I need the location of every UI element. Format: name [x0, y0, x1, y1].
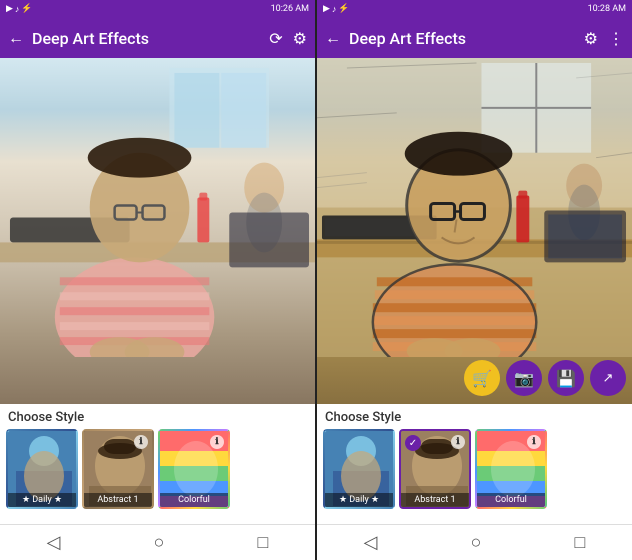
right-photo-area: 🛒 📷 💾 ↗ [317, 58, 632, 404]
bt-icon-right: ⚡ [338, 4, 349, 14]
left-top-bar: ← Deep Art Effects ⟳ ⚙ [0, 18, 315, 58]
right-bottom-nav: ◁ ○ □ [317, 524, 632, 560]
right-status-time: 10:28 AM [588, 4, 626, 14]
nav-recents-left[interactable]: □ [258, 532, 269, 553]
nav-back-left[interactable]: ◁ [47, 532, 61, 553]
right-style-chooser: Choose Style ★ Daily ★ [317, 404, 632, 524]
nav-back-right[interactable]: ◁ [364, 532, 378, 553]
abstract-check-icon: ✓ [405, 435, 421, 451]
person-sketch-left [0, 58, 315, 357]
back-button-right[interactable]: ← [325, 28, 341, 48]
left-status-bar: ▶ ♪ ⚡ 10:26 AM [0, 0, 315, 18]
right-style-title: Choose Style [317, 410, 632, 429]
daily-label-right: ★ Daily ★ [325, 493, 393, 507]
android-icon-right: ▶ [323, 4, 330, 14]
bt-icon: ⚡ [21, 4, 32, 14]
music-icon-right: ♪ [332, 4, 337, 15]
left-style-title: Choose Style [0, 410, 315, 429]
daily-label-left: ★ Daily ★ [8, 493, 76, 507]
left-style-items: ★ Daily ★ ℹ Abstract 1 [0, 429, 315, 509]
music-icon: ♪ [15, 4, 20, 15]
left-bottom-nav: ◁ ○ □ [0, 524, 315, 560]
app-title-left: Deep Art Effects [32, 29, 261, 48]
style-item-abstract-right[interactable]: ℹ ✓ Abstract 1 [399, 429, 471, 509]
style-item-daily-left[interactable]: ★ Daily ★ [6, 429, 78, 509]
colorful-info-icon-left[interactable]: ℹ [210, 435, 224, 449]
colorful-label-left: Colorful [160, 493, 228, 507]
colorful-info-icon-right[interactable]: ℹ [527, 435, 541, 449]
time-right: 10:28 AM [588, 4, 626, 14]
style-item-colorful-left[interactable]: ℹ Colorful [158, 429, 230, 509]
settings-icon-right[interactable]: ⚙ [584, 29, 598, 48]
status-time-left: 10:26 AM [271, 4, 309, 14]
nav-recents-right[interactable]: □ [575, 532, 586, 553]
time-left: 10:26 AM [271, 4, 309, 14]
right-style-items: ★ Daily ★ ℹ ✓ Abstract 1 [317, 429, 632, 509]
cart-button[interactable]: 🛒 [464, 360, 500, 396]
right-status-icons: ▶ ♪ ⚡ [323, 4, 350, 15]
person-sketch-right-filtered [317, 58, 632, 357]
right-status-bar: ▶ ♪ ⚡ 10:28 AM [317, 0, 632, 18]
right-phone-panel: ▶ ♪ ⚡ 10:28 AM ← Deep Art Effects ⚙ ⋮ [317, 0, 632, 560]
share-button[interactable]: ↗ [590, 360, 626, 396]
instagram-button[interactable]: 📷 [506, 360, 542, 396]
status-bar-left-icons: ▶ ♪ ⚡ [6, 4, 33, 15]
style-item-daily-right[interactable]: ★ Daily ★ [323, 429, 395, 509]
left-phone-panel: ▶ ♪ ⚡ 10:26 AM ← Deep Art Effects ⟳ ⚙ [0, 0, 315, 560]
colorful-label-right: Colorful [477, 493, 545, 507]
nav-home-left[interactable]: ○ [154, 532, 165, 553]
left-photo-area [0, 58, 315, 404]
right-top-bar: ← Deep Art Effects ⚙ ⋮ [317, 18, 632, 58]
right-top-icons: ⚙ ⋮ [584, 29, 624, 48]
abstract-info-icon-right[interactable]: ℹ [451, 435, 465, 449]
back-button-left[interactable]: ← [8, 28, 24, 48]
left-top-icons: ⟳ ⚙ [269, 29, 307, 48]
left-style-chooser: Choose Style ★ Daily ★ [0, 404, 315, 524]
crop-rotate-icon[interactable]: ⟳ [269, 29, 282, 48]
android-icon: ▶ [6, 4, 13, 14]
save-button[interactable]: 💾 [548, 360, 584, 396]
style-item-colorful-right[interactable]: ℹ Colorful [475, 429, 547, 509]
abstract-label-left: Abstract 1 [84, 493, 152, 507]
more-icon-right[interactable]: ⋮ [608, 29, 624, 48]
abstract-label-right: Abstract 1 [401, 493, 469, 507]
app-title-right: Deep Art Effects [349, 29, 576, 48]
style-item-abstract-left[interactable]: ℹ Abstract 1 [82, 429, 154, 509]
settings-icon-left[interactable]: ⚙ [293, 29, 307, 48]
abstract-info-icon-left[interactable]: ℹ [134, 435, 148, 449]
action-buttons: 🛒 📷 💾 ↗ [464, 360, 626, 396]
nav-home-right[interactable]: ○ [471, 532, 482, 553]
